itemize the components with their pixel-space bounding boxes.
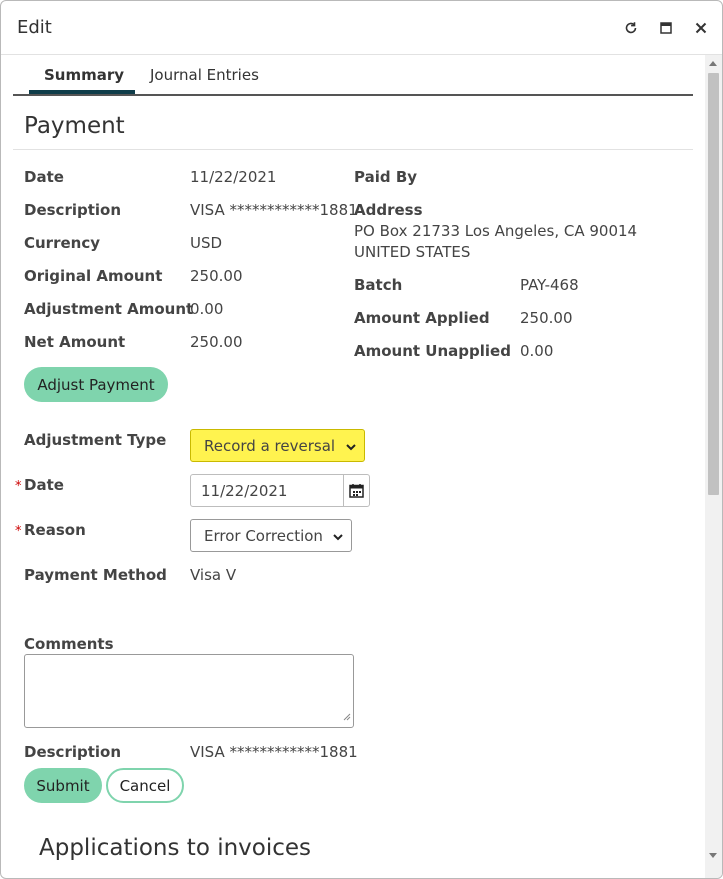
adjustment-type-value: Record a reversal [204,436,336,455]
original-amount-label: Original Amount [24,267,163,285]
required-marker: * [15,479,22,494]
amount-unapplied-label: Amount Unapplied [354,342,511,360]
description-label-form: Description [24,743,122,761]
section-title-payment: Payment [24,113,125,139]
refresh-icon[interactable] [621,18,641,38]
adjustment-date-value: 11/22/2021 [201,482,288,500]
adjustment-type-select[interactable]: Record a reversal [190,429,365,462]
dialog-content: Summary Journal Entries Payment Date 11/… [1,55,705,878]
batch-value: PAY-468 [520,276,579,294]
payment-method-value: Visa V [190,566,237,584]
close-icon[interactable] [691,18,711,38]
comments-textarea[interactable] [24,654,354,728]
batch-label: Batch [354,276,403,294]
chevron-down-icon [346,437,356,455]
calendar-icon[interactable] [343,475,369,506]
reason-value: Error Correction [204,526,323,545]
required-marker: * [15,524,22,539]
net-amount-label: Net Amount [24,333,126,351]
adjustment-amount-label: Adjustment Amount [24,300,194,318]
adjustment-amount-value: 0.00 [190,300,224,318]
maximize-icon[interactable] [656,18,676,38]
paid-by-label: Paid By [354,168,418,186]
amount-unapplied-value: 0.00 [520,342,554,360]
address-label: Address [354,201,423,219]
date-label: Date [24,168,64,186]
adjust-payment-button[interactable]: Adjust Payment [24,367,168,402]
description-value: VISA ************1881 [190,201,358,219]
description-value-form: VISA ************1881 [190,743,358,761]
chevron-down-icon [333,527,343,545]
applications-title: Applications to invoices [39,835,312,861]
original-amount-value: 250.00 [190,267,243,285]
active-tab-indicator [29,90,135,94]
scroll-down-icon[interactable] [709,853,717,858]
comments-label: Comments [24,635,114,653]
tab-journal-entries[interactable]: Journal Entries [150,66,259,84]
tab-summary[interactable]: Summary [44,66,124,84]
resize-handle-icon[interactable] [342,706,351,725]
address-value: PO Box 21733 Los Angeles, CA 90014 UNITE… [354,222,638,261]
divider [13,149,693,150]
reason-select[interactable]: Error Correction [190,519,352,552]
cancel-button[interactable]: Cancel [106,768,184,803]
date-value: 11/22/2021 [190,168,277,186]
net-amount-value: 250.00 [190,333,243,351]
amount-applied-value: 250.00 [520,309,573,327]
adjustment-type-label: Adjustment Type [24,431,167,449]
currency-value: USD [190,234,223,252]
reason-label: Reason [24,521,86,539]
amount-applied-label: Amount Applied [354,309,490,327]
tab-bar: Summary Journal Entries [13,55,693,96]
description-label: Description [24,201,122,219]
submit-button[interactable]: Submit [24,768,102,803]
edit-dialog: Edit Summary Journal Entries Payment Dat… [0,0,723,879]
scroll-up-icon[interactable] [709,61,717,66]
dialog-titlebar: Edit [1,1,722,55]
currency-label: Currency [24,234,101,252]
adjustment-date-input[interactable]: 11/22/2021 [190,474,370,507]
dialog-title: Edit [17,17,52,38]
adjustment-date-label: Date [24,476,64,494]
payment-method-label: Payment Method [24,566,167,584]
scroll-thumb[interactable] [708,73,719,495]
vertical-scrollbar[interactable] [705,55,722,878]
